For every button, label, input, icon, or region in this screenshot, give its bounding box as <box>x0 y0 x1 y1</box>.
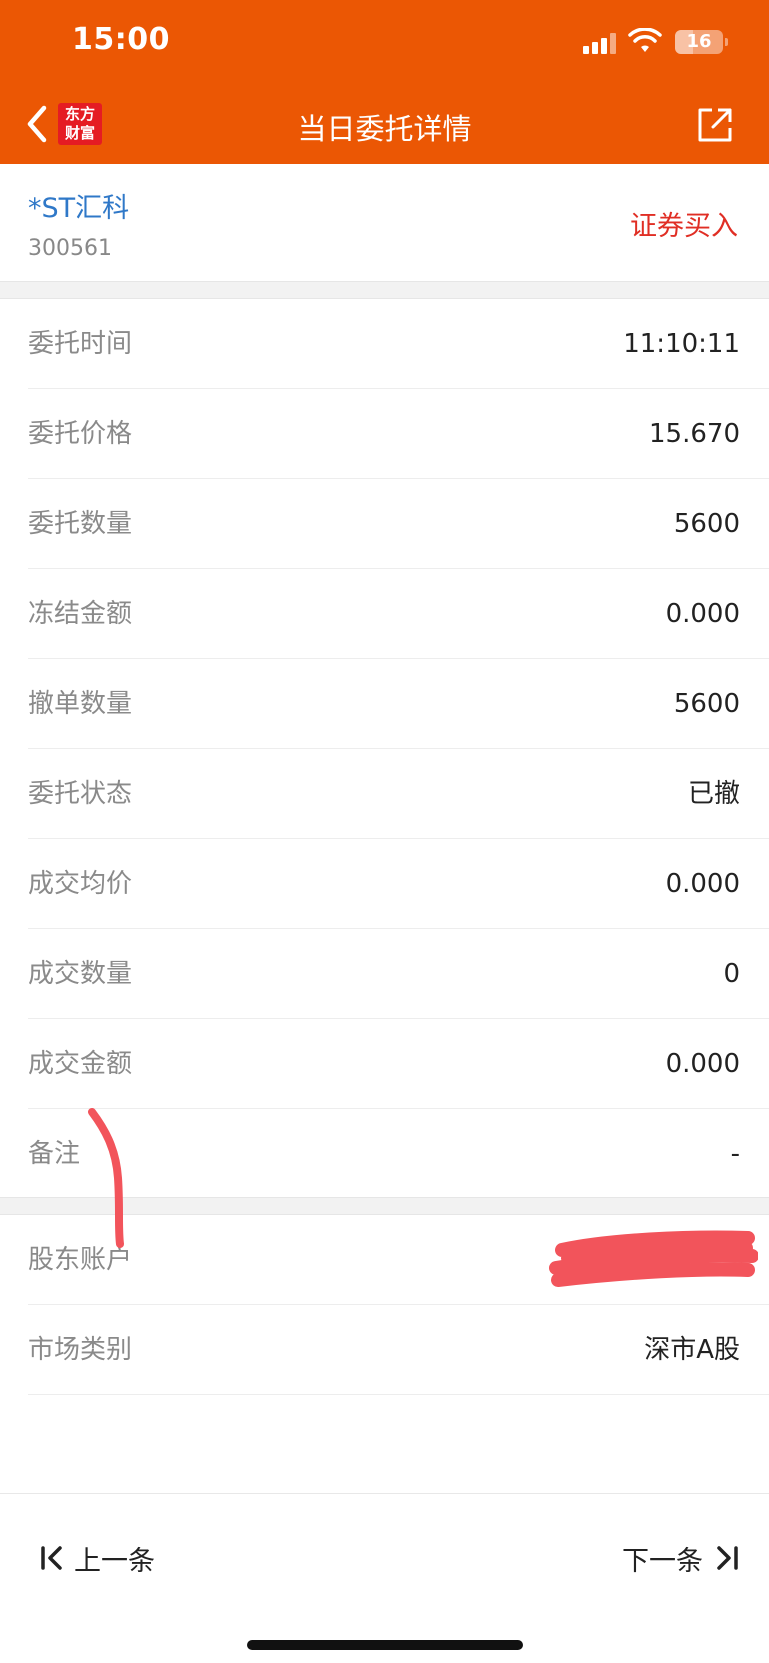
battery-cap <box>725 38 728 46</box>
status-time: 15:00 <box>72 22 170 57</box>
last-icon <box>717 1546 738 1570</box>
trade-type: 证券买入 <box>630 211 738 242</box>
detail-label: 委托状态 <box>28 779 133 809</box>
detail-value: 11:10:11 <box>623 329 740 359</box>
stock-code: 300561 <box>28 236 112 261</box>
section-gap <box>0 281 769 299</box>
detail-row: 委托价格 15.670 <box>0 389 769 479</box>
detail-row: 委托数量 5600 <box>0 479 769 569</box>
divider <box>28 1394 769 1395</box>
detail-label: 成交数量 <box>28 959 133 989</box>
account-value: 深市A股 <box>644 1335 740 1365</box>
detail-label: 委托价格 <box>28 419 133 449</box>
detail-row: 撤单数量 5600 <box>0 659 769 749</box>
detail-label: 成交均价 <box>28 869 133 899</box>
next-record-button[interactable]: 下一条 <box>622 1538 739 1578</box>
annotation-stroke <box>88 1108 124 1248</box>
detail-value: 0 <box>723 959 740 989</box>
redaction-scribble <box>549 1230 758 1287</box>
detail-label: 冻结金额 <box>28 599 133 629</box>
page-title: 当日委托详情 <box>297 112 472 146</box>
detail-value: 5600 <box>673 509 740 539</box>
detail-label: 委托时间 <box>28 329 133 359</box>
detail-label: 成交金额 <box>28 1049 133 1079</box>
account-label: 市场类别 <box>28 1335 133 1365</box>
detail-value: 5600 <box>673 689 740 719</box>
detail-value: 15.670 <box>649 419 740 449</box>
stock-name[interactable]: *ST汇科 <box>28 186 129 225</box>
detail-label: 备注 <box>28 1139 81 1169</box>
detail-value: 0.000 <box>665 599 740 629</box>
detail-row: 冻结金额 0.000 <box>0 569 769 659</box>
account-row: 市场类别 深市A股 <box>0 1305 769 1395</box>
first-icon <box>41 1546 62 1570</box>
next-record-label: 下一条 <box>622 1545 703 1577</box>
header-bar: 15:00 16 东方财富 当日委托详情 <box>0 0 769 164</box>
detail-row: 委托状态 已撤 <box>0 749 769 839</box>
detail-value: 0.000 <box>665 1049 740 1079</box>
stock-card: *ST汇科 300561 证券买入 <box>0 164 769 281</box>
detail-value: - <box>730 1139 740 1169</box>
detail-row: 成交均价 0.000 <box>0 839 769 929</box>
detail-label: 撤单数量 <box>28 689 133 719</box>
prev-record-label: 上一条 <box>74 1545 155 1577</box>
share-icon[interactable] <box>694 104 736 146</box>
footer-nav: 上一条 下一条 <box>0 1493 769 1663</box>
prev-record-button[interactable]: 上一条 <box>40 1538 155 1578</box>
detail-value: 0.000 <box>665 869 740 899</box>
battery-icon: 16 <box>675 30 723 54</box>
home-indicator[interactable] <box>247 1640 523 1650</box>
wifi-icon <box>628 28 662 52</box>
signal-icon <box>583 32 617 54</box>
detail-label: 委托数量 <box>28 509 133 539</box>
detail-value: 已撤 <box>687 779 740 809</box>
battery-level: 16 <box>686 31 712 52</box>
detail-row: 成交金额 0.000 <box>0 1019 769 1109</box>
detail-row: 委托时间 11:10:11 <box>0 299 769 389</box>
detail-row: 成交数量 0 <box>0 929 769 1019</box>
